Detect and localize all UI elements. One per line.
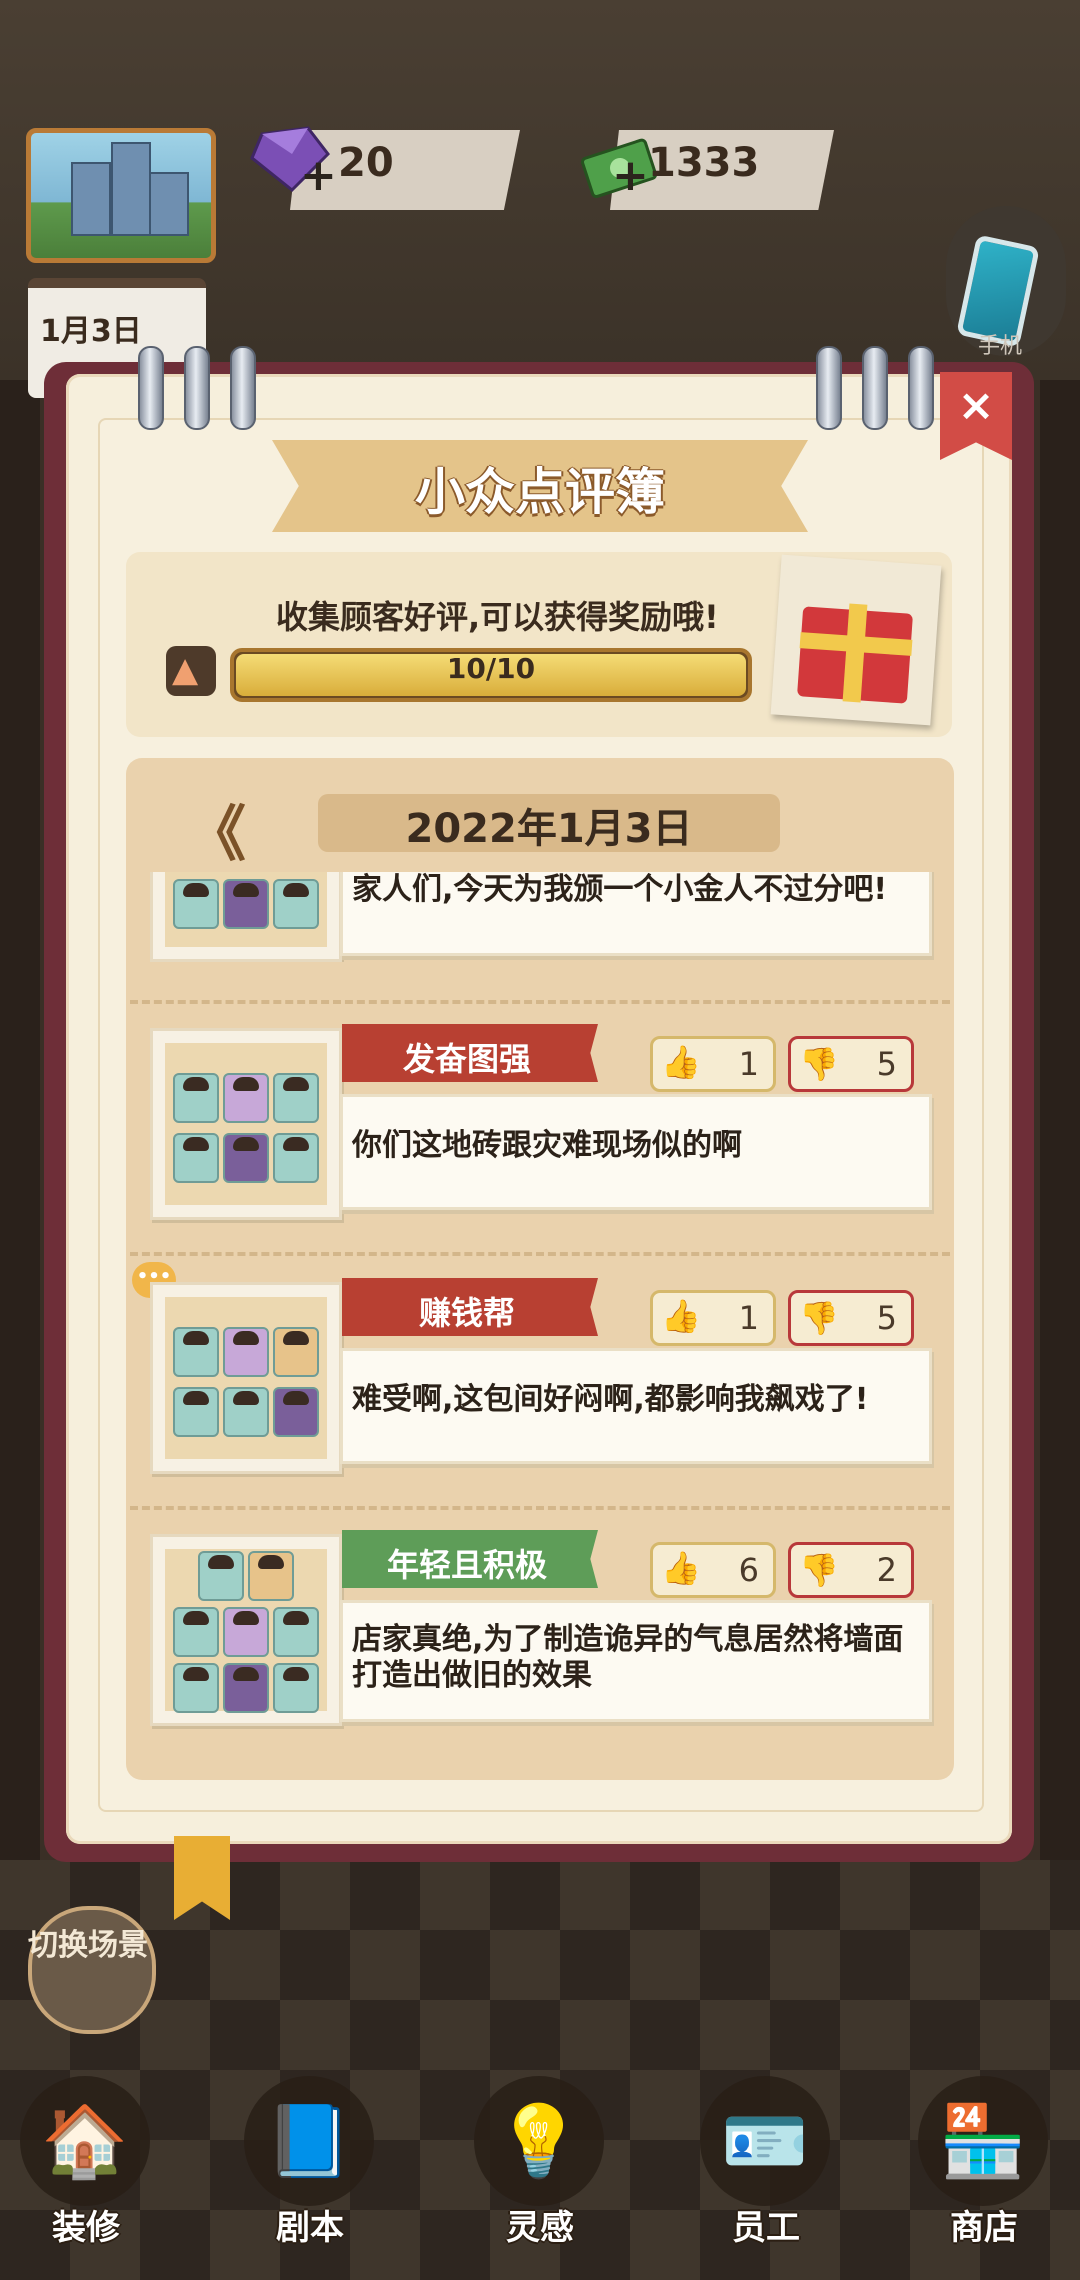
group-name: 赚钱帮 xyxy=(418,1294,515,1332)
nav-label-script: 剧本 xyxy=(276,2208,344,2248)
gem-plus-icon[interactable]: + xyxy=(300,150,337,201)
divider xyxy=(130,1000,950,1004)
nav-label-staff: 员工 xyxy=(732,2208,800,2248)
like-count: 1 xyxy=(738,1299,759,1337)
shop-icon: 🏪 xyxy=(939,2100,1027,2182)
cash-value: 1333 xyxy=(648,140,760,186)
avatar-group xyxy=(150,872,342,962)
thumbs-down-icon: 👎 xyxy=(799,1551,839,1589)
comment-text: 店家真绝,为了制造诡异的气息居然将墙面打造出做旧的效果 xyxy=(352,1622,904,1693)
gem-value: 20 xyxy=(338,140,394,186)
wall-left xyxy=(0,380,40,1880)
thumbs-down-icon: 👎 xyxy=(799,1045,839,1083)
review-item: 赚钱帮 👍 1 👎 5 难受啊,这包间好闷啊,都影响我飙戏了! xyxy=(150,1278,936,1474)
bulb-icon: 💡 xyxy=(495,2100,583,2182)
review-item: 发奋图强 👍 1 👎 5 你们这地砖跟灾难现场似的啊 xyxy=(150,1024,936,1220)
nav-inspiration-button[interactable]: 💡 xyxy=(474,2076,604,2206)
dislike-button[interactable]: 👎 5 xyxy=(788,1290,914,1346)
date-label: 2022年1月3日 xyxy=(405,806,693,852)
building-thumbnail[interactable] xyxy=(26,128,216,263)
back-arrow-icon[interactable]: 《 xyxy=(186,786,246,873)
group-name: 发奋图强 xyxy=(402,1040,531,1078)
dislike-count: 5 xyxy=(876,1045,897,1083)
book-icon: 📘 xyxy=(265,2100,353,2182)
dislike-button[interactable]: 👎 5 xyxy=(788,1036,914,1092)
thumbs-up-icon: 👍 xyxy=(661,1043,701,1081)
progress-label: 10/10 xyxy=(446,652,536,685)
id-card-icon: 🪪 xyxy=(721,2100,809,2182)
thumbs-down-icon: 👎 xyxy=(799,1299,839,1337)
review-item: 家人们,今天为我颁一个小金人不过分吧! xyxy=(150,872,936,962)
phone-label: 手机 xyxy=(978,334,1023,359)
thumbs-up-icon: 👍 xyxy=(661,1549,701,1587)
binder-ring-icon xyxy=(230,346,256,430)
comment-text: 家人们,今天为我颁一个小金人不过分吧! xyxy=(352,872,888,907)
cash-plus-icon[interactable]: + xyxy=(612,150,649,201)
nav-script-button[interactable]: 📘 xyxy=(244,2076,374,2206)
comment-text: 你们这地砖跟灾难现场似的啊 xyxy=(352,1128,742,1163)
binder-ring-icon xyxy=(908,346,934,430)
switch-scene-button[interactable] xyxy=(28,1906,156,2034)
dislike-count: 2 xyxy=(876,1551,897,1589)
divider xyxy=(130,1506,950,1510)
binder-ring-icon xyxy=(862,346,888,430)
nav-shop-button[interactable]: 🏪 xyxy=(918,2076,1048,2206)
divider xyxy=(130,1252,950,1256)
nav-renovate-button[interactable]: 🏠 xyxy=(20,2076,150,2206)
calendar-date: 1月3日 xyxy=(40,314,142,349)
dislike-count: 5 xyxy=(876,1299,897,1337)
comment-text: 难受啊,这包间好闷啊,都影响我飙戏了! xyxy=(352,1382,869,1417)
nav-label-shop: 商店 xyxy=(950,2208,1018,2248)
like-button[interactable]: 👍 1 xyxy=(650,1290,776,1346)
switch-scene-label: 切换场景 xyxy=(28,1928,148,1963)
avatar-group xyxy=(150,1028,342,1220)
close-icon[interactable]: × xyxy=(940,380,1012,431)
like-count: 1 xyxy=(738,1045,759,1083)
dislike-button[interactable]: 👎 2 xyxy=(788,1542,914,1598)
binder-ring-icon xyxy=(184,346,210,430)
nav-staff-button[interactable]: 🪪 xyxy=(700,2076,830,2206)
wall-right xyxy=(1040,380,1080,1880)
thumbs-up-icon: 👍 xyxy=(661,1297,701,1335)
group-name: 年轻且积极 xyxy=(386,1546,547,1584)
nav-label-inspiration: 灵感 xyxy=(506,2208,574,2248)
nav-label-renovate: 装修 xyxy=(52,2208,120,2248)
like-button[interactable]: 👍 6 xyxy=(650,1542,776,1598)
binder-ring-icon xyxy=(138,346,164,430)
review-item: 年轻且积极 👍 6 👎 2 店家真绝,为了制造诡异的气息居然将墙面打造出做旧的效… xyxy=(150,1530,936,1730)
house-icon: 🏠 xyxy=(41,2100,129,2182)
binder-ring-icon xyxy=(816,346,842,430)
avatar-group xyxy=(150,1534,342,1726)
avatar-group xyxy=(150,1282,342,1474)
reward-description: 收集顾客好评,可以获得奖励哦! xyxy=(276,598,719,636)
like-count: 6 xyxy=(738,1551,759,1589)
thumbs-up-badge-icon: ▲ xyxy=(166,646,216,696)
notebook-title: 小众点评簿 xyxy=(415,463,665,521)
like-button[interactable]: 👍 1 xyxy=(650,1036,776,1092)
